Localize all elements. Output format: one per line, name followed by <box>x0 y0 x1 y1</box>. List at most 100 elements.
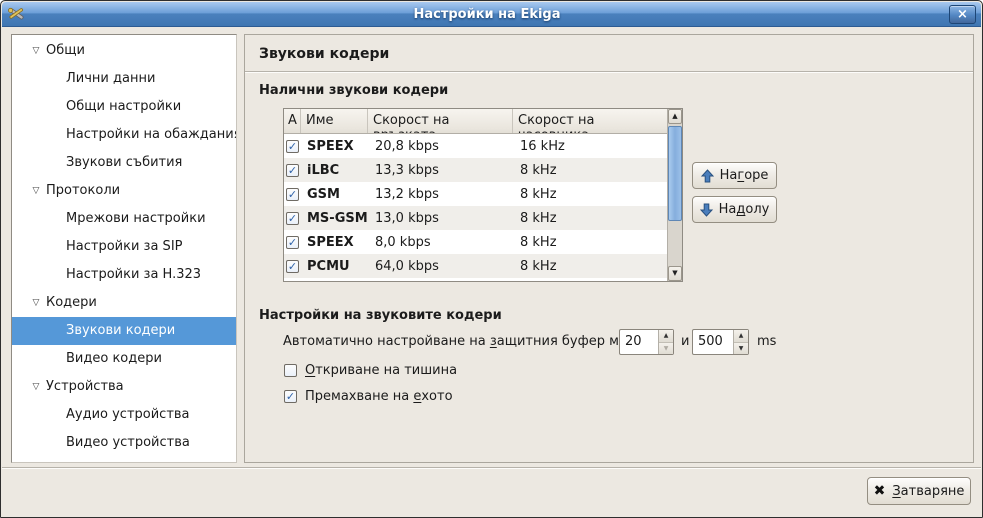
move-up-button[interactable]: Нагоре <box>692 162 777 189</box>
sidebar-item-label: Настройки за SIP <box>66 239 183 254</box>
codec-active-checkbox[interactable]: ✓ <box>286 260 299 273</box>
table-scrollbar[interactable]: ▲ ▼ <box>667 109 682 281</box>
silence-detection-label: Откриване на тишина <box>305 363 457 378</box>
sidebar-item-label: Общи <box>46 43 85 58</box>
sidebar-item-sip-settings[interactable]: Настройки за SIP <box>12 233 236 261</box>
echo-cancellation-checkbox[interactable]: ✓ <box>284 390 297 403</box>
codec-clock: 8 kHz <box>513 259 652 274</box>
column-header-name[interactable]: Име <box>301 109 368 133</box>
codec-bandwidth: 13,3 kbps <box>368 163 513 178</box>
header-separator <box>245 71 973 73</box>
spin-up-icon[interactable]: ▲ <box>734 330 748 343</box>
close-dialog-label: Затваряне <box>892 484 964 499</box>
codec-clock: 8 kHz <box>513 163 652 178</box>
codec-active-checkbox[interactable]: ✓ <box>286 164 299 177</box>
echo-cancellation-checkbox-row[interactable]: ✓ Премахване на ехото <box>284 388 453 404</box>
sidebar-item-label: Устройства <box>46 379 124 394</box>
table-row[interactable]: ✓ SPEEX 8,0 kbps 8 kHz <box>284 230 682 254</box>
sidebar-item-label: Видео устройства <box>66 435 190 450</box>
sidebar-item-video-devices[interactable]: Видео устройства <box>12 429 236 457</box>
codec-name: iLBC <box>301 163 368 178</box>
jitter-max-spinner[interactable]: 500 ▲ ▼ <box>692 329 749 355</box>
codec-bandwidth: 13,2 kbps <box>368 187 513 202</box>
spinner-steppers: ▲ ▼ <box>733 330 748 354</box>
codec-clock: 16 kHz <box>513 139 652 154</box>
close-x-icon: ✖ <box>874 484 886 498</box>
sidebar-item-audio-devices[interactable]: Аудио устройства <box>12 401 236 429</box>
sidebar-item-codecs[interactable]: ▽Кодери <box>12 289 236 317</box>
sidebar-item-audio-codecs[interactable]: Звукови кодери <box>12 317 236 345</box>
preferences-tree: ▽Общи Лични данни Общи настройки Настрой… <box>11 34 237 463</box>
codec-active-checkbox[interactable]: ✓ <box>286 236 299 249</box>
sidebar-item-label: Мрежови настройки <box>66 211 206 226</box>
column-header-clock[interactable]: Скорост на часовника <box>513 109 652 133</box>
scrollbar-thumb[interactable] <box>668 126 682 221</box>
table-row[interactable]: ✓ PCMU 64,0 kbps 8 kHz <box>284 254 682 278</box>
table-row[interactable]: ✓ iLBC 13,3 kbps 8 kHz <box>284 158 682 182</box>
expander-icon[interactable]: ▽ <box>26 373 46 401</box>
sidebar-item-label: Лични данни <box>66 71 155 86</box>
sidebar-item-personal-data[interactable]: Лични данни <box>12 65 236 93</box>
scroll-down-icon[interactable]: ▼ <box>668 266 682 281</box>
move-down-button[interactable]: Надолу <box>692 196 777 223</box>
codec-active-checkbox[interactable]: ✓ <box>286 212 299 225</box>
table-row[interactable]: ✓ MS-GSM 13,0 kbps 8 kHz <box>284 206 682 230</box>
audio-codecs-panel: Звукови кодери Налични звукови кодери А … <box>244 34 974 463</box>
codec-name: SPEEX <box>301 235 368 250</box>
sidebar-item-video-codecs[interactable]: Видео кодери <box>12 345 236 373</box>
down-arrow-icon <box>700 203 713 217</box>
codec-bandwidth: 13,0 kbps <box>368 211 513 226</box>
codec-name: MS-GSM <box>301 211 368 226</box>
move-up-label: Нагоре <box>720 168 769 183</box>
expander-icon[interactable]: ▽ <box>26 177 46 205</box>
scroll-up-icon[interactable]: ▲ <box>668 109 682 124</box>
sidebar-item-label: Звукови кодери <box>66 323 175 338</box>
codec-clock: 8 kHz <box>513 187 652 202</box>
sidebar-item-general[interactable]: ▽Общи <box>12 37 236 65</box>
spinner-steppers: ▲ ▼ <box>658 330 673 354</box>
close-dialog-button[interactable]: ✖ Затваряне <box>867 477 971 505</box>
spin-up-icon[interactable]: ▲ <box>659 330 673 343</box>
page-title: Звукови кодери <box>259 46 389 62</box>
sidebar-item-label: Кодери <box>46 295 97 310</box>
sidebar-item-label: Звукови събития <box>66 155 182 170</box>
codec-bandwidth: 20,8 kbps <box>368 139 513 154</box>
sidebar-item-h323-settings[interactable]: Настройки за H.323 <box>12 261 236 289</box>
sidebar-item-network-settings[interactable]: Мрежови настройки <box>12 205 236 233</box>
spin-down-icon[interactable]: ▼ <box>659 343 673 355</box>
jitter-min-value[interactable]: 20 <box>620 330 658 354</box>
titlebar[interactable]: Настройки на Ekiga × <box>2 2 981 27</box>
codec-name: PCMU <box>301 259 368 274</box>
spin-down-icon[interactable]: ▼ <box>734 343 748 355</box>
jitter-max-value[interactable]: 500 <box>693 330 733 354</box>
sidebar-item-label: Видео кодери <box>66 351 162 366</box>
jitter-buffer-label: Автоматично настройване на защитния буфе… <box>283 329 655 355</box>
sidebar-item-call-options[interactable]: Настройки на обажданията <box>12 121 236 149</box>
table-row[interactable]: ✓ SPEEX 20,8 kbps 16 kHz <box>284 134 682 158</box>
jitter-min-spinner[interactable]: 20 ▲ ▼ <box>619 329 674 355</box>
silence-detection-checkbox-row[interactable]: Откриване на тишина <box>284 362 457 378</box>
ms-unit-label: ms <box>757 329 776 355</box>
sidebar-item-label: Аудио устройства <box>66 407 190 422</box>
sidebar-item-sound-events[interactable]: Звукови събития <box>12 149 236 177</box>
window-title: Настройки на Ekiga <box>25 7 949 22</box>
up-arrow-icon <box>701 169 714 183</box>
sidebar-item-label: Настройки за H.323 <box>66 267 201 282</box>
codec-active-checkbox[interactable]: ✓ <box>286 188 299 201</box>
expander-icon[interactable]: ▽ <box>26 37 46 65</box>
silence-detection-checkbox[interactable] <box>284 364 297 377</box>
table-row[interactable]: ✓ GSM 13,2 kbps 8 kHz <box>284 182 682 206</box>
expander-icon[interactable]: ▽ <box>26 289 46 317</box>
sidebar-item-protocols[interactable]: ▽Протоколи <box>12 177 236 205</box>
codec-bandwidth: 64,0 kbps <box>368 259 513 274</box>
sidebar-item-label: Протоколи <box>46 183 120 198</box>
available-codecs-section-title: Налични звукови кодери <box>259 83 448 98</box>
codec-clock: 8 kHz <box>513 235 652 250</box>
codec-active-checkbox[interactable]: ✓ <box>286 140 299 153</box>
column-header-bandwidth[interactable]: Скорост на връзката <box>368 109 513 133</box>
column-header-active[interactable]: А <box>284 109 301 133</box>
window-close-button[interactable]: × <box>949 5 976 24</box>
sidebar-item-general-settings[interactable]: Общи настройки <box>12 93 236 121</box>
sidebar-item-devices[interactable]: ▽Устройства <box>12 373 236 401</box>
echo-cancellation-label: Премахване на ехото <box>305 389 453 404</box>
